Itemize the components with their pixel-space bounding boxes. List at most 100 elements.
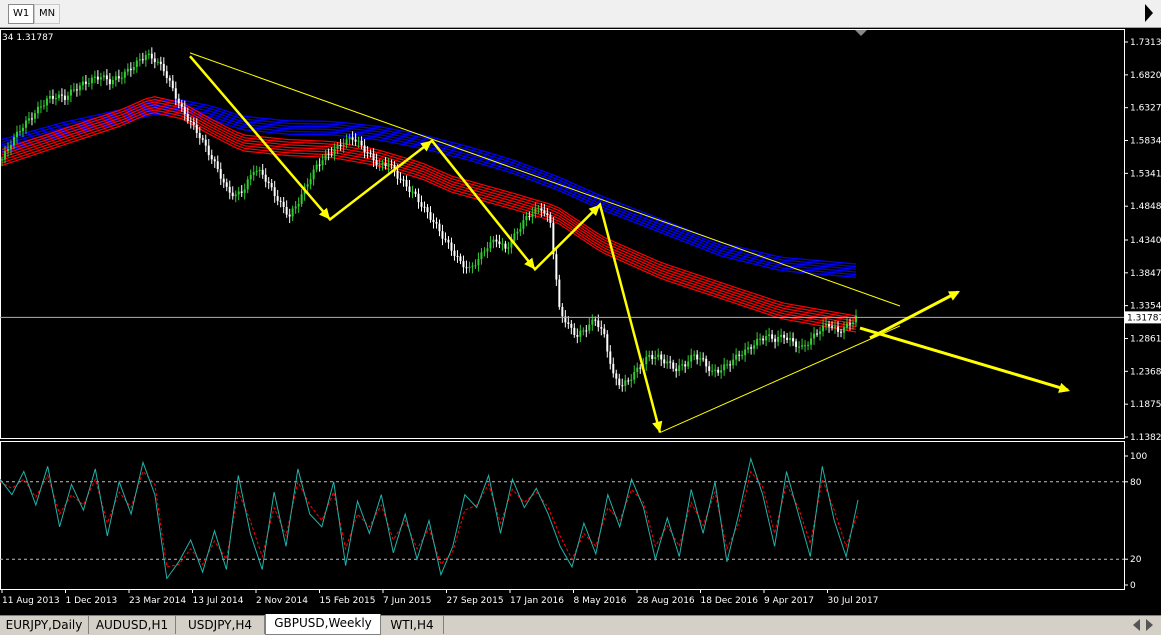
price-chart-svg[interactable]: 34 1.31787 1.73130 1.68200 1.63270 1.58340 1…: [0, 28, 1161, 615]
candle-body: [84, 81, 87, 84]
candle-body: [396, 170, 399, 179]
candle-body: [102, 75, 105, 78]
candle-body: [798, 346, 801, 348]
date-axis-label: 8 May 2016: [574, 596, 627, 606]
candle-body: [312, 169, 315, 180]
candle-body: [459, 256, 462, 262]
candle-body: [342, 144, 345, 147]
candle-body: [120, 77, 123, 79]
candle-body: [792, 338, 795, 342]
candle-body: [261, 169, 264, 175]
candle-body: [477, 259, 480, 266]
candle-body: [147, 53, 150, 56]
candle-body: [369, 152, 372, 154]
candle-body: [612, 363, 615, 374]
oscillator-axis-label: 20: [1130, 555, 1142, 565]
candle-body: [573, 327, 576, 336]
candle-body: [654, 357, 657, 359]
candle-body: [237, 191, 240, 195]
candle-body: [333, 148, 336, 155]
candle-body: [285, 206, 288, 215]
candle-body: [210, 155, 213, 160]
candle-body: [126, 68, 129, 72]
candle-body: [666, 361, 669, 364]
candle-body: [528, 216, 531, 218]
candle-body: [114, 76, 117, 80]
candle-body: [282, 201, 285, 207]
candle-body: [831, 326, 834, 328]
tab-eurjpy-daily[interactable]: EURJPY,Daily: [0, 616, 89, 634]
timeframe-w1-button[interactable]: W1: [8, 4, 35, 24]
tab-scroll-left-icon[interactable]: [1133, 619, 1140, 631]
candle-body: [189, 120, 192, 123]
candle-body: [63, 95, 66, 100]
price-axis-label: 1.43405: [1130, 236, 1161, 246]
candle-body: [483, 251, 486, 253]
candle-body: [438, 223, 441, 232]
chart-window[interactable]: 34 1.31787 1.73130 1.68200 1.63270 1.58340 1…: [0, 28, 1161, 615]
candle-body: [759, 338, 762, 340]
candle-body: [513, 233, 516, 241]
candle-body: [816, 333, 819, 335]
price-axis-label: 1.73130: [1130, 38, 1161, 48]
candle-body: [231, 192, 234, 197]
candle-body: [717, 369, 720, 373]
candle-body: [693, 354, 696, 356]
candle-body: [840, 331, 843, 333]
candle-body: [213, 159, 216, 162]
tab-gbpusd-weekly[interactable]: GBPUSD,Weekly: [265, 614, 381, 635]
timeframe-mn-button[interactable]: MN: [34, 4, 61, 24]
candle-body: [36, 106, 39, 114]
candle-body: [297, 203, 300, 207]
tab-scroll-right-icon[interactable]: [1146, 619, 1153, 631]
candle-body: [3, 151, 6, 160]
candle-body: [9, 145, 12, 150]
candle-body: [201, 138, 204, 140]
tab-audusd-h1[interactable]: AUDUSD,H1: [89, 616, 176, 634]
candle-body: [507, 247, 510, 249]
candle-body: [570, 323, 573, 328]
candle-body: [447, 239, 450, 243]
candle-body: [621, 385, 624, 387]
candle-body: [426, 207, 429, 213]
candle-body: [375, 160, 378, 166]
candle-body: [828, 324, 831, 327]
tab-wti-h4[interactable]: WTI,H4: [381, 616, 444, 634]
candle-body: [690, 355, 693, 362]
candle-body: [843, 327, 846, 333]
price-axis-label: 1.28619: [1130, 334, 1161, 344]
candle-body: [660, 354, 663, 360]
candle-body: [15, 131, 18, 138]
candle-body: [129, 68, 132, 71]
candle-body: [105, 75, 108, 80]
candle-body: [744, 349, 747, 356]
candle-body: [519, 228, 522, 232]
candle-body: [153, 58, 156, 63]
date-axis-label: 11 Aug 2013: [2, 596, 60, 606]
candle-body: [480, 252, 483, 260]
candle-body: [684, 364, 687, 367]
chart-shift-icon[interactable]: [1145, 4, 1153, 22]
candle-body: [30, 118, 33, 120]
price-axis-label: 1.48480: [1130, 202, 1161, 212]
candle-body: [330, 153, 333, 155]
candle-body: [387, 164, 390, 166]
candle-body: [789, 338, 792, 340]
candle-body: [162, 63, 165, 72]
candle-body: [384, 162, 387, 166]
candle-body: [531, 213, 534, 217]
candle-body: [546, 213, 549, 216]
candle-body: [516, 231, 519, 234]
candle-body: [177, 98, 180, 104]
candle-body: [753, 345, 756, 349]
candle-body: [489, 242, 492, 249]
tab-usdjpy-h4[interactable]: USDJPY,H4: [176, 616, 265, 634]
candle-body: [594, 319, 597, 321]
candle-body: [657, 354, 660, 358]
candle-body: [219, 169, 222, 179]
candle-body: [606, 334, 609, 352]
candle-body: [768, 334, 771, 337]
oscillator-axis-label: 80: [1130, 478, 1142, 488]
candle-body: [60, 94, 63, 96]
date-axis-label: 15 Feb 2015: [320, 596, 376, 606]
